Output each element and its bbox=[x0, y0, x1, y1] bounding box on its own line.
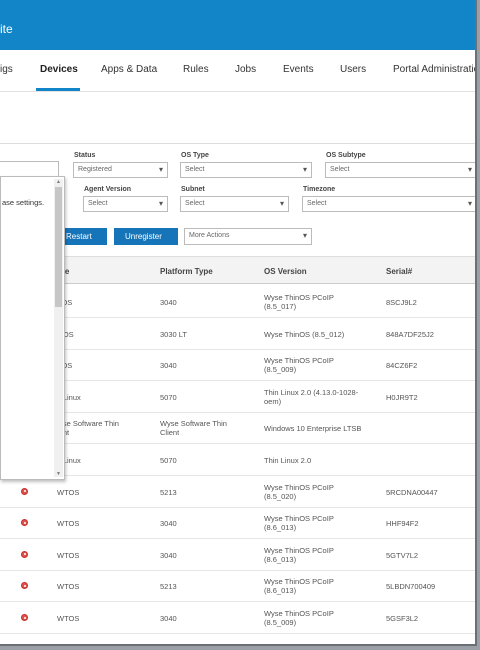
popup-scrollbar[interactable]: ▲ ▼ bbox=[54, 179, 63, 477]
cell-serial: 84CZ6F2 bbox=[386, 361, 418, 371]
cell-os-version: Wyse ThinOS PCoIP (8.5_009) bbox=[264, 356, 334, 375]
cell-os-version: Thin Linux 2.0 bbox=[264, 456, 312, 465]
column-header-serial[interactable]: Serial# bbox=[386, 267, 412, 276]
cell-platform-type: 3030 LT bbox=[160, 329, 187, 339]
filter-panel: Status Registered OS Type Select OS Subt… bbox=[0, 143, 475, 255]
cell-serial: 5GTV7L2 bbox=[386, 550, 419, 560]
cell-os-version: Wyse ThinOS PCoIP (8.5_017) bbox=[264, 293, 334, 311]
status-error-icon bbox=[21, 550, 28, 558]
cell-os-version: Wyse ThinOS PCoIP (8.6_013) bbox=[264, 577, 334, 596]
cell-os-version: Wyse ThinOS PCoIP (8.5_009) bbox=[264, 609, 334, 627]
table-row[interactable]: WTOS 3040 Wyse ThinOS PCoIP (8.6_013) 5GTV7… bbox=[0, 539, 475, 571]
nav-item-jobs[interactable]: Jobs bbox=[235, 64, 256, 75]
cell-serial: HHF94F2 bbox=[386, 519, 419, 529]
table-row[interactable]: inLinux 5070 Thin Linux 2.0 bbox=[0, 444, 475, 476]
cell-platform-type: 5213 bbox=[160, 487, 177, 497]
cell-type: /yse Software Thin ient bbox=[57, 419, 119, 437]
nav-item-devices[interactable]: Devices bbox=[40, 64, 78, 75]
subnet-label: Subnet bbox=[181, 186, 205, 193]
table-row[interactable]: TOS3040Wyse ThinOS PCoIP (8.5_017)8SCJ9L… bbox=[0, 286, 475, 318]
os-type-select[interactable]: Select bbox=[180, 162, 312, 178]
status-select[interactable]: Registered bbox=[73, 162, 168, 178]
os-subtype-label: OS Subtype bbox=[326, 152, 366, 159]
timezone-label: Timezone bbox=[303, 186, 336, 193]
cell-platform-type: 5213 bbox=[160, 582, 177, 592]
nav-item-rules[interactable]: Rules bbox=[183, 64, 209, 75]
nav-item-portal-administration[interactable]: Portal Administration bbox=[393, 64, 475, 75]
scroll-down-icon[interactable]: ▼ bbox=[56, 471, 61, 477]
cell-os-version: Wyse ThinOS PCoIP (8.5_020) bbox=[264, 482, 334, 501]
column-header-platform-type[interactable]: Platform Type bbox=[160, 267, 213, 276]
cell-platform-type: 5070 bbox=[160, 456, 177, 465]
nav-item-apps-data[interactable]: Apps & Data bbox=[101, 64, 157, 75]
nav-item-users[interactable]: Users bbox=[340, 64, 366, 75]
status-error-icon bbox=[21, 487, 28, 495]
settings-popup: ase settings. ▲ ▼ bbox=[0, 176, 65, 480]
cell-platform-type: 3040 bbox=[160, 298, 177, 307]
cell-serial: 848A7DF25J2 bbox=[386, 329, 434, 339]
table-row[interactable]: WTOS 3040 Wyse ThinOS PCoIP (8.5_009) 5GSF3… bbox=[0, 602, 475, 634]
cell-os-version: Wyse ThinOS PCoIP (8.6_013) bbox=[264, 514, 334, 533]
cell-platform-type: 3040 bbox=[160, 550, 177, 560]
cell-serial: 5GSF3L2 bbox=[386, 614, 419, 623]
column-header-os-version[interactable]: OS Version bbox=[264, 267, 307, 276]
popup-scroll-thumb[interactable] bbox=[55, 187, 62, 307]
cell-type: WTOS bbox=[57, 582, 80, 592]
scroll-up-icon[interactable]: ▲ bbox=[56, 179, 61, 185]
more-actions-select[interactable]: More Actions bbox=[184, 228, 312, 245]
status-label: Status bbox=[74, 152, 96, 159]
cell-platform-type: 3040 bbox=[160, 519, 177, 529]
partial-filter-select[interactable] bbox=[0, 161, 59, 177]
cell-os-version: Wyse ThinOS PCoIP (8.6_013) bbox=[264, 545, 334, 564]
table-row[interactable]: WTOS 5213 Wyse ThinOS PCoIP (8.5_020) 5RCDN… bbox=[0, 476, 475, 508]
table-row[interactable]: inLinux 5070 Thin Linux 2.0 (4.13.0-1028- … bbox=[0, 381, 475, 413]
unregister-button[interactable]: Unregister bbox=[114, 228, 178, 245]
cell-type: WTOS bbox=[57, 519, 80, 529]
cell-platform-type: 3040 bbox=[160, 614, 177, 623]
cell-type: WTOS bbox=[57, 487, 80, 497]
cell-serial: H0JR9T2 bbox=[386, 392, 418, 402]
cell-os-version: Windows 10 Enterprise LTSB bbox=[264, 424, 362, 434]
nav-item-settings[interactable]: igs bbox=[0, 64, 13, 75]
subnet-select[interactable]: Select bbox=[180, 196, 289, 212]
cell-platform-type: Wyse Software Thin Client bbox=[160, 419, 227, 438]
status-error-icon bbox=[21, 519, 28, 527]
table-row[interactable]: /yse Software Thin ient Wyse Software Thi… bbox=[0, 412, 475, 445]
table-row[interactable]: WTOS 5213 Wyse ThinOS PCoIP (8.6_013) 5LBDN… bbox=[0, 570, 475, 603]
timezone-select[interactable]: Select bbox=[302, 196, 475, 212]
cell-type: WTOS bbox=[57, 550, 80, 560]
restart-button[interactable]: Restart bbox=[60, 228, 107, 245]
agent-version-select[interactable]: Select bbox=[83, 196, 168, 212]
status-error-icon bbox=[21, 582, 28, 590]
active-tab-indicator bbox=[36, 88, 80, 91]
table-row[interactable]: inOS 3030 LT Wyse ThinOS (8.5_012) 848A7DF2… bbox=[0, 318, 475, 350]
nav-item-events[interactable]: Events bbox=[283, 64, 314, 75]
popup-text: ase settings. bbox=[2, 198, 45, 207]
agent-version-label: Agent Version bbox=[84, 186, 132, 193]
cell-type: WTOS bbox=[57, 614, 80, 623]
cell-serial: 5RCDNA00447 bbox=[386, 487, 438, 497]
cell-os-version: Wyse ThinOS (8.5_012) bbox=[264, 329, 345, 339]
top-header: ite bbox=[0, 0, 475, 50]
os-subtype-select[interactable]: Select bbox=[325, 162, 475, 178]
cell-platform-type: 5070 bbox=[160, 392, 177, 402]
table-row[interactable]: TOS3040Wyse ThinOS PCoIP (8.5_009)84CZ6F… bbox=[0, 349, 475, 382]
cell-platform-type: 3040 bbox=[160, 361, 177, 371]
status-error-icon bbox=[21, 614, 28, 621]
cell-os-version: Thin Linux 2.0 (4.13.0-1028- oem) bbox=[264, 387, 359, 406]
cell-serial: 5LBDN700409 bbox=[386, 582, 436, 592]
brand-title: ite bbox=[0, 22, 13, 36]
browser-window: ite igs Devices Apps & Data Rules Jobs E… bbox=[0, 0, 477, 646]
cell-serial: 8SCJ9L2 bbox=[386, 298, 417, 307]
table-header: pe Platform Type OS Version Serial# bbox=[0, 256, 475, 284]
table-row[interactable]: WTOS 3040 Wyse ThinOS PCoIP (8.6_013) HHF94… bbox=[0, 507, 475, 540]
os-type-label: OS Type bbox=[181, 152, 209, 159]
main-nav: igs Devices Apps & Data Rules Jobs Event… bbox=[0, 50, 475, 92]
